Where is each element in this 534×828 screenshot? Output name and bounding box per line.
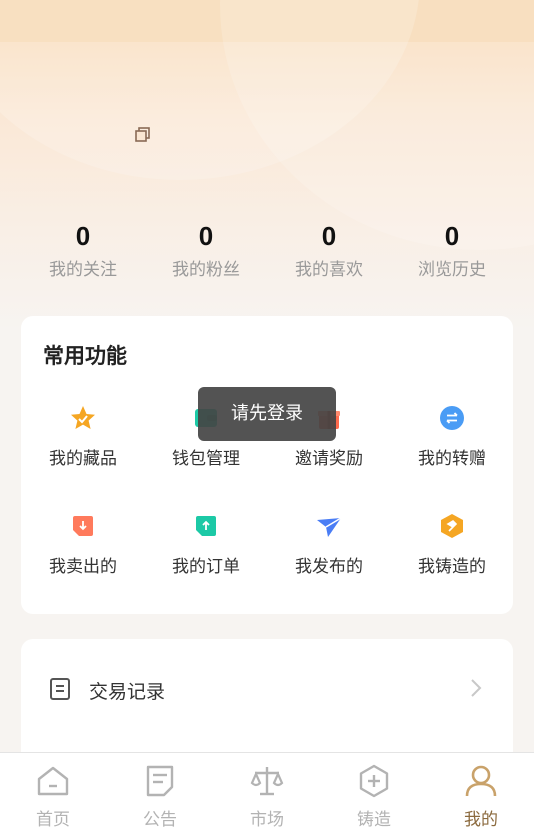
- mint-hexagon-icon: [359, 764, 389, 798]
- stat-history[interactable]: 0 浏览历史: [392, 220, 512, 284]
- tab-label: 首页: [36, 810, 70, 828]
- tab-label: 市场: [250, 810, 284, 828]
- stat-label: 浏览历史: [418, 260, 486, 280]
- tab-label: 公告: [143, 810, 177, 828]
- func-label: 我发布的: [295, 557, 363, 577]
- stat-fans[interactable]: 0 我的粉丝: [146, 220, 266, 284]
- func-label: 我卖出的: [49, 557, 117, 577]
- tab-mint[interactable]: 铸造: [321, 753, 427, 828]
- home-icon: [37, 766, 69, 796]
- stat-label: 我的粉丝: [172, 260, 240, 280]
- toast-message: 请先登录: [198, 387, 336, 441]
- stat-label: 我的喜欢: [295, 260, 363, 280]
- stat-value: 0: [198, 221, 214, 251]
- tab-notice[interactable]: 公告: [107, 753, 213, 828]
- stats-row: 0 我的关注 0 我的粉丝 0 我的喜欢 0 浏览历史: [0, 220, 534, 290]
- tab-home[interactable]: 首页: [0, 753, 106, 828]
- paper-plane-icon: [317, 517, 342, 537]
- stat-value: 0: [444, 221, 460, 251]
- hammer-hexagon-icon: [441, 514, 463, 538]
- stat-value: 0: [75, 221, 91, 251]
- tab-market[interactable]: 市场: [214, 753, 320, 828]
- common-functions-card: 常用功能 我的藏品 钱包管理 邀请奖励 我的转赠 我卖出的 我的订单 我发布的 …: [21, 316, 513, 614]
- stat-following[interactable]: 0 我的关注: [23, 220, 143, 284]
- list-item-transaction-records[interactable]: 交易记录: [21, 659, 513, 719]
- copy-icon[interactable]: [134, 126, 152, 144]
- document-icon: [50, 678, 70, 700]
- stat-label: 我的关注: [49, 260, 117, 280]
- star-badge-icon: [71, 406, 95, 429]
- func-label: 钱包管理: [172, 449, 240, 469]
- tab-label: 铸造: [357, 810, 391, 828]
- bottom-tab-bar: 首页 公告 市场 铸造 我的: [0, 752, 534, 828]
- func-label: 邀请奖励: [295, 449, 363, 469]
- transfer-icon: [440, 406, 464, 430]
- chevron-right-icon: [471, 679, 482, 697]
- list-item-label: 交易记录: [89, 681, 166, 703]
- user-icon: [465, 765, 497, 797]
- section-title: 常用功能: [43, 344, 127, 368]
- func-label: 我的转赠: [418, 449, 486, 469]
- tab-mine[interactable]: 我的: [428, 753, 534, 828]
- func-label: 我的藏品: [49, 449, 117, 469]
- stat-value: 0: [321, 221, 337, 251]
- func-label: 我铸造的: [418, 557, 486, 577]
- tab-label: 我的: [464, 810, 498, 828]
- scale-icon: [250, 767, 284, 796]
- order-tag-icon: [196, 516, 216, 536]
- func-label: 我的订单: [172, 557, 240, 577]
- sold-tag-icon: [73, 516, 93, 536]
- stat-likes[interactable]: 0 我的喜欢: [269, 220, 389, 284]
- notice-icon: [146, 765, 174, 797]
- decorative-circle: [220, 0, 534, 250]
